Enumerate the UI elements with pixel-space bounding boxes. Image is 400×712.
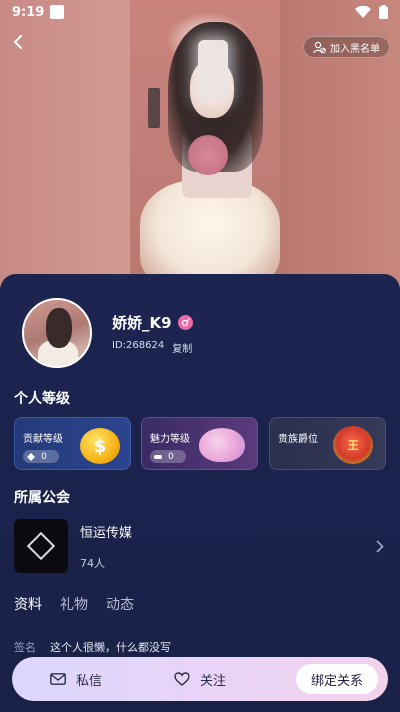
signature-row: 签名 这个人很懒，什么都没写 bbox=[14, 639, 171, 655]
follow-button[interactable]: 关注 bbox=[174, 657, 226, 701]
user-block-icon bbox=[313, 41, 326, 53]
blacklist-button[interactable]: 加入黑名单 bbox=[303, 36, 390, 58]
level-contribution[interactable]: 贡献等级 0 $ bbox=[14, 417, 131, 470]
back-arrow-icon bbox=[13, 35, 22, 49]
charm-pill-icon bbox=[154, 454, 162, 459]
cover-phone bbox=[198, 40, 228, 100]
guild-row[interactable]: 恒运传媒 74人 bbox=[14, 519, 386, 573]
battery-icon bbox=[379, 5, 388, 19]
tab-gifts[interactable]: 礼物 bbox=[60, 594, 88, 614]
level-contribution-label: 贡献等级 bbox=[23, 434, 63, 445]
chevron-right-icon bbox=[376, 539, 384, 553]
status-bar: 9:19 bbox=[0, 0, 400, 24]
bottom-action-bar: 私信 关注 绑定关系 bbox=[12, 657, 388, 701]
level-charm-label: 魅力等级 bbox=[150, 434, 190, 445]
level-noble[interactable]: 贵族爵位 王 bbox=[269, 417, 386, 470]
level-charm-value: 0 bbox=[168, 451, 174, 462]
coin-icon: $ bbox=[80, 428, 120, 464]
female-badge-icon bbox=[177, 315, 193, 330]
avatar-hair bbox=[46, 308, 72, 348]
user-id: ID:268624 bbox=[112, 340, 165, 351]
mail-icon bbox=[50, 673, 66, 685]
username-row: 娇娇_K9 bbox=[112, 312, 193, 333]
tab-profile[interactable]: 资料 bbox=[14, 594, 42, 614]
username: 娇娇_K9 bbox=[112, 314, 172, 332]
heart-icon bbox=[199, 428, 245, 462]
user-id-row: ID:268624 复制 bbox=[112, 340, 192, 355]
tab-moments[interactable]: 动态 bbox=[106, 594, 134, 614]
diamond-icon bbox=[27, 452, 35, 461]
level-noble-label: 贵族爵位 bbox=[278, 434, 318, 445]
profile-card: 娇娇_K9 ID:268624 复制 个人等级 贡献等级 0 $ 魅力等级 0 … bbox=[0, 274, 400, 712]
notification-icon bbox=[50, 5, 65, 19]
guild-members: 74人 bbox=[80, 556, 105, 570]
guild-logo bbox=[14, 519, 68, 573]
guild-info: 恒运传媒 74人 bbox=[80, 522, 132, 571]
level-charm-pill: 0 bbox=[150, 450, 186, 463]
cover-flower bbox=[188, 135, 228, 175]
guild-title: 所属公会 bbox=[14, 490, 70, 506]
level-charm[interactable]: 魅力等级 0 bbox=[141, 417, 258, 470]
bind-relationship-button[interactable]: 绑定关系 bbox=[296, 664, 378, 694]
follow-label: 关注 bbox=[200, 673, 227, 689]
signature-text: 这个人很懒，什么都没写 bbox=[50, 641, 171, 654]
cover-wall-switch bbox=[148, 88, 160, 128]
guild-name: 恒运传媒 bbox=[80, 525, 133, 541]
wifi-icon bbox=[355, 6, 371, 18]
medal-icon: 王 bbox=[333, 426, 373, 464]
level-contribution-value: 0 bbox=[41, 451, 47, 462]
signature-label: 签名 bbox=[14, 641, 36, 654]
guild-logo-mark bbox=[26, 531, 56, 561]
avatar[interactable] bbox=[22, 298, 92, 368]
message-button[interactable]: 私信 bbox=[50, 657, 102, 701]
status-time: 9:19 bbox=[12, 4, 45, 20]
back-button[interactable] bbox=[6, 30, 30, 54]
levels-title: 个人等级 bbox=[14, 391, 70, 407]
blacklist-label: 加入黑名单 bbox=[330, 43, 380, 55]
profile-tabs: 资料 礼物 动态 bbox=[14, 594, 134, 614]
level-contribution-pill: 0 bbox=[23, 450, 59, 463]
copy-id-button[interactable]: 复制 bbox=[172, 340, 192, 355]
heart-outline-icon bbox=[174, 672, 190, 686]
message-label: 私信 bbox=[76, 673, 103, 689]
